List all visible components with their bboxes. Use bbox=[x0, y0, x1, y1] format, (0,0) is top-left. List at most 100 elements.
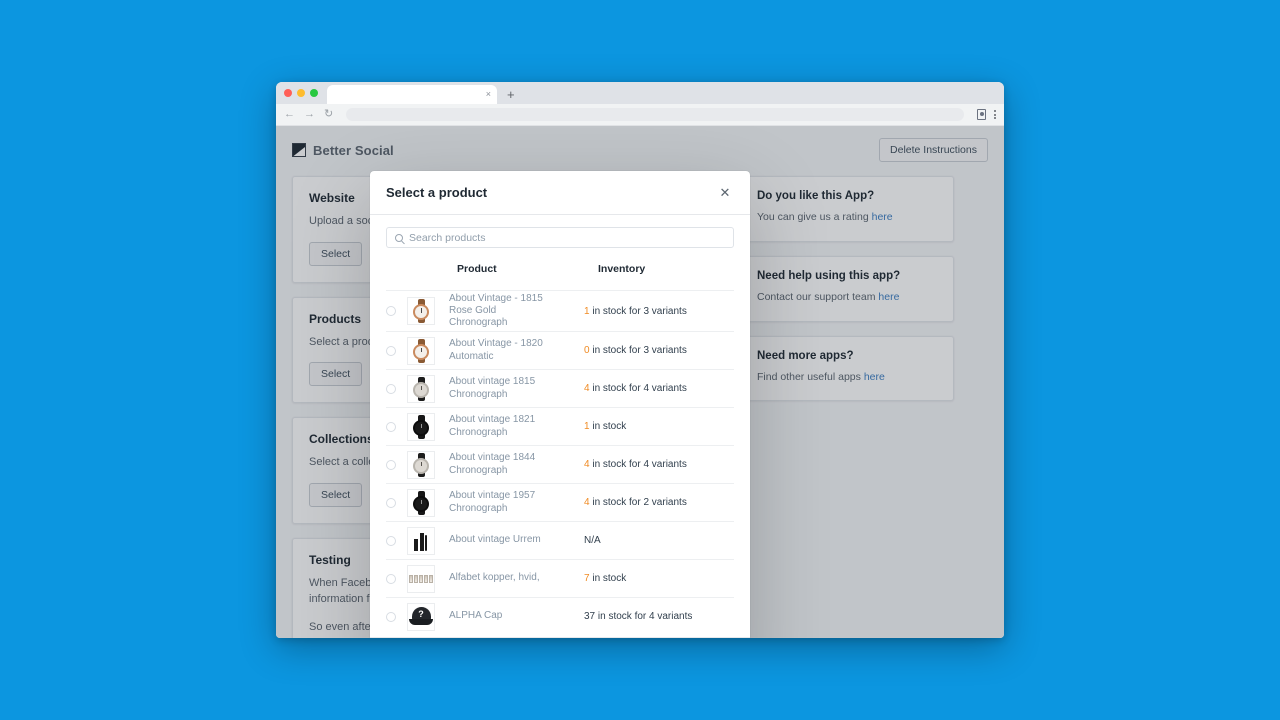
product-thumbnail bbox=[407, 297, 435, 325]
product-name: About vintage 1815 Chronograph bbox=[449, 376, 584, 400]
product-name-line: About vintage 1821 bbox=[449, 414, 536, 426]
product-name: About vintage 1821 Chronograph bbox=[449, 414, 584, 438]
table-row[interactable]: ? ALPHA Cap 37 in stock for 4 variants bbox=[386, 597, 734, 635]
product-name-line: Chronograph bbox=[449, 388, 508, 400]
search-input[interactable]: Search products bbox=[386, 227, 734, 248]
inventory-text: in stock for 4 variants bbox=[589, 383, 687, 394]
table-row[interactable]: About vintage 1815 Chronograph 4 in stock … bbox=[386, 369, 734, 407]
modal-body: Search products Product Inventory About … bbox=[370, 215, 750, 637]
product-radio[interactable] bbox=[386, 345, 407, 356]
search-placeholder: Search products bbox=[409, 231, 486, 244]
watch-thumbnail-icon bbox=[410, 376, 432, 401]
product-name: About Vintage - 1820 Automatic bbox=[449, 338, 584, 362]
inventory-text: in stock for 4 variants bbox=[589, 459, 687, 470]
product-inventory: 7 in stock bbox=[584, 573, 734, 584]
inventory-text: in stock bbox=[589, 573, 627, 584]
product-name-line: Chronograph bbox=[449, 426, 508, 438]
toolbar-right-icons bbox=[977, 109, 996, 120]
table-row[interactable]: About vintage 1821 Chronograph 1 in stock bbox=[386, 407, 734, 445]
modal-header: Select a product ✕ bbox=[370, 171, 750, 215]
product-radio[interactable] bbox=[386, 573, 407, 584]
product-radio[interactable] bbox=[386, 421, 407, 432]
product-name: About vintage 1844 Chronograph bbox=[449, 452, 584, 476]
product-name-line: Alfabet kopper, hvid, bbox=[449, 572, 540, 584]
product-thumbnail bbox=[407, 412, 435, 441]
close-icon[interactable]: ✕ bbox=[716, 184, 734, 202]
product-name-line: Chronograph bbox=[449, 317, 508, 329]
product-name-line: About vintage Urrem bbox=[449, 534, 541, 546]
inventory-text: 37 in stock for 4 variants bbox=[584, 611, 693, 622]
column-header-inventory: Inventory bbox=[598, 263, 646, 275]
inventory-text: in stock for 3 variants bbox=[589, 345, 687, 356]
product-inventory: 1 in stock bbox=[584, 421, 734, 432]
browser-tab[interactable]: × bbox=[327, 85, 497, 104]
product-name-line: About vintage 1844 bbox=[449, 452, 536, 464]
product-radio[interactable] bbox=[386, 306, 407, 316]
product-name-line: Chronograph bbox=[449, 464, 508, 476]
browser-toolbar: ← → ↻ bbox=[276, 104, 1004, 126]
product-name-line: Automatic bbox=[449, 350, 494, 362]
product-name-line: About vintage 1815 bbox=[449, 376, 536, 388]
table-row[interactable]: About vintage Urrem N/A bbox=[386, 521, 734, 559]
search-section: Search products bbox=[386, 215, 734, 258]
product-inventory: 4 in stock for 2 variants bbox=[584, 497, 734, 508]
product-name-line: About vintage 1957 bbox=[449, 490, 536, 502]
table-row[interactable]: About vintage 1844 Chronograph 4 in stock … bbox=[386, 445, 734, 483]
back-icon[interactable]: ← bbox=[284, 109, 295, 120]
inventory-text: in stock for 2 variants bbox=[589, 497, 687, 508]
close-tab-icon[interactable]: × bbox=[486, 90, 491, 99]
profile-icon[interactable] bbox=[977, 109, 986, 120]
watch-thumbnail-icon bbox=[410, 452, 432, 477]
inventory-text: in stock bbox=[589, 421, 627, 432]
product-inventory: N/A bbox=[584, 535, 734, 546]
product-radio[interactable] bbox=[386, 535, 407, 546]
browser-window: × + ← → ↻ Better Social Delete Instructi… bbox=[276, 82, 1004, 638]
select-product-modal: Select a product ✕ Search products Produ… bbox=[370, 171, 750, 638]
alphabet-cups-thumbnail-icon bbox=[409, 574, 433, 584]
table-row[interactable]: About Vintage - 1815 Rose Gold Chronograph… bbox=[386, 290, 734, 331]
product-radio[interactable] bbox=[386, 611, 407, 622]
product-thumbnail bbox=[407, 336, 435, 365]
inventory-text: in stock for 3 variants bbox=[589, 305, 687, 317]
product-name-line: Rose Gold bbox=[449, 304, 497, 316]
product-list-header: Product Inventory bbox=[386, 258, 734, 282]
product-radio[interactable] bbox=[386, 497, 407, 508]
product-list[interactable]: About Vintage - 1815 Rose Gold Chronograph… bbox=[386, 290, 734, 637]
table-row[interactable]: Alfabet kopper, hvid, 7 in stock bbox=[386, 559, 734, 597]
window-traffic-lights bbox=[284, 89, 318, 97]
modal-title: Select a product bbox=[386, 185, 488, 200]
product-name: Alfabet kopper, hvid, bbox=[449, 572, 584, 584]
product-inventory: 0 in stock for 3 variants bbox=[584, 345, 734, 356]
modal-footer: ← → Cancel Select product bbox=[370, 637, 750, 638]
product-inventory: 4 in stock for 4 variants bbox=[584, 383, 734, 394]
product-name-line: About Vintage - 1815 bbox=[449, 292, 543, 304]
product-inventory: 1 in stock for 3 variants bbox=[584, 306, 734, 317]
product-thumbnail bbox=[407, 450, 435, 479]
app-page: Better Social Delete Instructions Websit… bbox=[276, 126, 1004, 638]
address-bar[interactable] bbox=[346, 108, 964, 121]
watch-straps-thumbnail-icon bbox=[411, 531, 431, 551]
product-radio[interactable] bbox=[386, 383, 407, 394]
product-inventory: 37 in stock for 4 variants bbox=[584, 611, 734, 622]
table-row[interactable]: About vintage 1957 Chronograph 4 in stock … bbox=[386, 483, 734, 521]
cap-thumbnail-icon: ? bbox=[409, 607, 433, 626]
product-name-line: ALPHA Cap bbox=[449, 610, 503, 622]
reload-icon[interactable]: ↻ bbox=[324, 109, 333, 120]
new-tab-button[interactable]: + bbox=[507, 88, 515, 101]
product-radio[interactable] bbox=[386, 459, 407, 470]
forward-icon[interactable]: → bbox=[304, 109, 315, 120]
product-thumbnail bbox=[407, 526, 435, 555]
column-header-product: Product bbox=[457, 263, 497, 275]
minimize-window-button[interactable] bbox=[297, 89, 305, 97]
browser-menu-icon[interactable] bbox=[994, 110, 996, 119]
watch-thumbnail-icon bbox=[410, 299, 432, 323]
inventory-text: N/A bbox=[584, 535, 601, 546]
search-icon bbox=[395, 233, 403, 242]
product-thumbnail bbox=[407, 564, 435, 593]
watch-thumbnail-icon bbox=[410, 490, 432, 515]
close-window-button[interactable] bbox=[284, 89, 292, 97]
product-thumbnail bbox=[407, 374, 435, 403]
product-name: About vintage Urrem bbox=[449, 534, 584, 546]
table-row[interactable]: About Vintage - 1820 Automatic 0 in stock … bbox=[386, 331, 734, 369]
maximize-window-button[interactable] bbox=[310, 89, 318, 97]
